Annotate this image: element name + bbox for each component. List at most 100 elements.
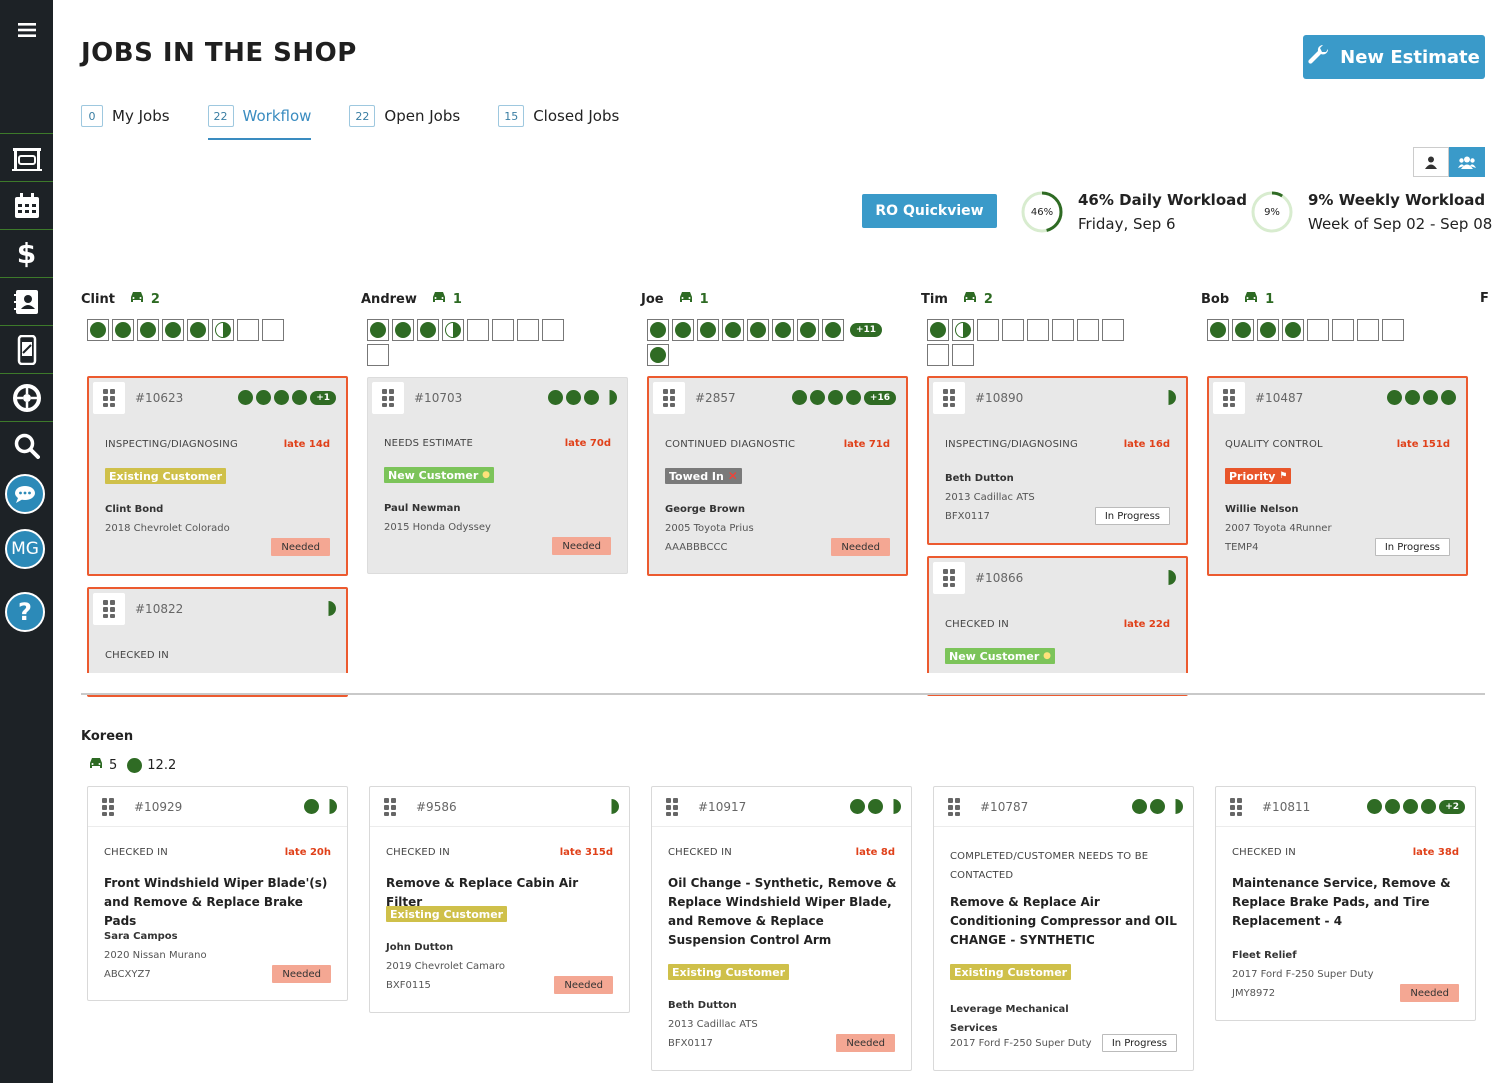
extra-hours-pill: +1 (310, 390, 336, 405)
flag-icon: ⚑ (1279, 471, 1288, 481)
hours-dot (127, 757, 143, 773)
license-plate: BFX0117 (945, 511, 990, 522)
drag-handle-icon[interactable] (372, 382, 404, 414)
hour-slot (1307, 319, 1329, 341)
ro-quickview-button[interactable]: RO Quickview (862, 194, 997, 228)
hour-slot (262, 319, 284, 341)
help-icon[interactable]: ? (5, 592, 45, 632)
job-number[interactable]: #2857 (695, 391, 736, 405)
hour-slot (1052, 319, 1074, 341)
job-card[interactable]: #10917 CHECKED IN late 8d Oil Change - S… (651, 786, 912, 1071)
job-number[interactable]: #10703 (414, 391, 462, 405)
job-card[interactable]: #10787 COMPLETED/CUSTOMER NEEDS TO BE CO… (933, 786, 1194, 1071)
hour-slot (1257, 319, 1279, 341)
chat-icon[interactable] (5, 474, 45, 514)
drag-handle-icon[interactable] (93, 593, 125, 625)
tab-workflow[interactable]: 22 Workflow (207, 104, 311, 140)
job-hours: +2 (1367, 799, 1465, 814)
tab-closed-jobs[interactable]: 15 Closed Jobs (498, 104, 619, 128)
contacts-icon[interactable] (0, 277, 53, 325)
menu-icon[interactable] (0, 10, 53, 50)
tech-header[interactable]: Andrew 1 (361, 291, 462, 307)
job-number[interactable]: #10487 (1255, 391, 1303, 405)
job-number[interactable]: #10787 (980, 800, 1028, 814)
badge-label: Towed In (669, 469, 724, 483)
job-number[interactable]: #10811 (1262, 800, 1310, 814)
drag-handle-icon[interactable] (933, 382, 965, 414)
tab-my-jobs[interactable]: 0 My Jobs (81, 104, 170, 128)
single-user-view-button[interactable] (1413, 147, 1449, 177)
drag-handle-icon[interactable] (653, 382, 685, 414)
existing-customer-badge: Existing Customer (668, 964, 790, 980)
late-indicator: late 151d (1396, 439, 1450, 450)
job-number[interactable]: #9586 (416, 800, 457, 814)
drag-handle-icon[interactable] (93, 382, 125, 414)
existing-customer-badge: Existing Customer (950, 964, 1072, 980)
tech-header[interactable]: Clint 2 (81, 291, 160, 307)
job-number[interactable]: #10866 (975, 571, 1023, 585)
job-card[interactable]: #10811 +2 CHECKED IN late 38d Maintenanc… (1215, 786, 1476, 1021)
view-toggle (1413, 147, 1485, 177)
tech-header[interactable]: Tim 2 (921, 291, 993, 307)
job-card[interactable]: #10487 QUALITY CONTROL late 151d Priorit… (1207, 376, 1468, 576)
job-number[interactable]: #10822 (135, 602, 183, 616)
drag-handle-icon[interactable] (938, 790, 970, 823)
job-card[interactable]: #10929 CHECKED IN late 20h Front Windshi… (87, 786, 348, 1001)
hour-slot (1332, 319, 1354, 341)
customer-name: Willie Nelson (1225, 504, 1299, 515)
team-view-button[interactable] (1449, 147, 1485, 177)
job-number[interactable]: #10929 (134, 800, 182, 814)
drag-handle-icon[interactable] (1220, 790, 1252, 823)
calendar-icon[interactable] (0, 181, 53, 229)
drag-handle-icon[interactable] (92, 790, 124, 823)
badge-label: New Customer (949, 649, 1040, 663)
job-status: NEEDS ESTIMATE (384, 438, 473, 449)
hour-slot (137, 319, 159, 341)
job-number[interactable]: #10623 (135, 391, 183, 405)
drag-handle-icon[interactable] (656, 790, 688, 823)
tech-header[interactable]: Bob 1 (1201, 291, 1274, 307)
hour-slot (1102, 319, 1124, 341)
weekly-workload-week: Week of Sep 02 - Sep 08 (1308, 215, 1493, 233)
drag-handle-icon[interactable] (933, 562, 965, 594)
new-estimate-label: New Estimate (1340, 46, 1480, 68)
car-icon (88, 757, 104, 773)
dollar-icon[interactable]: $ (0, 229, 53, 277)
drag-handle-icon[interactable] (1213, 382, 1245, 414)
new-customer-badge: New Customer ● (384, 467, 494, 483)
job-hours (1161, 570, 1176, 585)
parts-icon[interactable] (0, 325, 53, 373)
tab-open-jobs[interactable]: 22 Open Jobs (349, 104, 460, 128)
job-progress-status: In Progress (1101, 1034, 1177, 1052)
hour-slot (797, 319, 819, 341)
job-card[interactable]: #10623 +1 INSPECTING/DIAGNOSING late 14d… (87, 376, 348, 576)
hour-slot (977, 319, 999, 341)
customer-name: Beth Dutton (945, 473, 1014, 484)
late-indicator: late 8d (855, 847, 895, 858)
hour-slot (162, 319, 184, 341)
tire-icon[interactable] (0, 373, 53, 421)
tab-count: 22 (207, 105, 234, 127)
job-card[interactable]: #2857 +16 CONTINUED DIAGNOSTIC late 71d … (647, 376, 908, 576)
license-plate: BXF0115 (386, 980, 431, 991)
job-number[interactable]: #10890 (975, 391, 1023, 405)
towed-in-badge: Towed In ✕ (665, 468, 742, 484)
hour-slot (647, 319, 669, 341)
search-icon[interactable] (0, 421, 53, 469)
priority-badge: Priority ⚑ (1225, 468, 1292, 484)
car-count: 5 (109, 757, 118, 773)
tech-header[interactable]: Joe 1 (641, 291, 709, 307)
tech-header[interactable]: F (1480, 291, 1500, 306)
user-avatar[interactable]: MG (5, 529, 45, 569)
daily-workload-percent: 46% (1030, 206, 1054, 218)
shop-lift-icon[interactable] (0, 133, 53, 181)
drag-handle-icon[interactable] (374, 790, 406, 823)
car-icon (431, 291, 447, 307)
job-hours (850, 799, 901, 814)
job-card[interactable]: #9586 CHECKED IN late 315d Remove & Repl… (369, 786, 630, 1013)
new-estimate-button[interactable]: New Estimate (1303, 35, 1485, 79)
job-card[interactable]: #10703 NEEDS ESTIMATE late 70d New Custo… (367, 377, 628, 574)
car-count: 2 (150, 291, 160, 307)
job-card[interactable]: #10890 INSPECTING/DIAGNOSING late 16d Be… (927, 376, 1188, 545)
job-number[interactable]: #10917 (698, 800, 746, 814)
